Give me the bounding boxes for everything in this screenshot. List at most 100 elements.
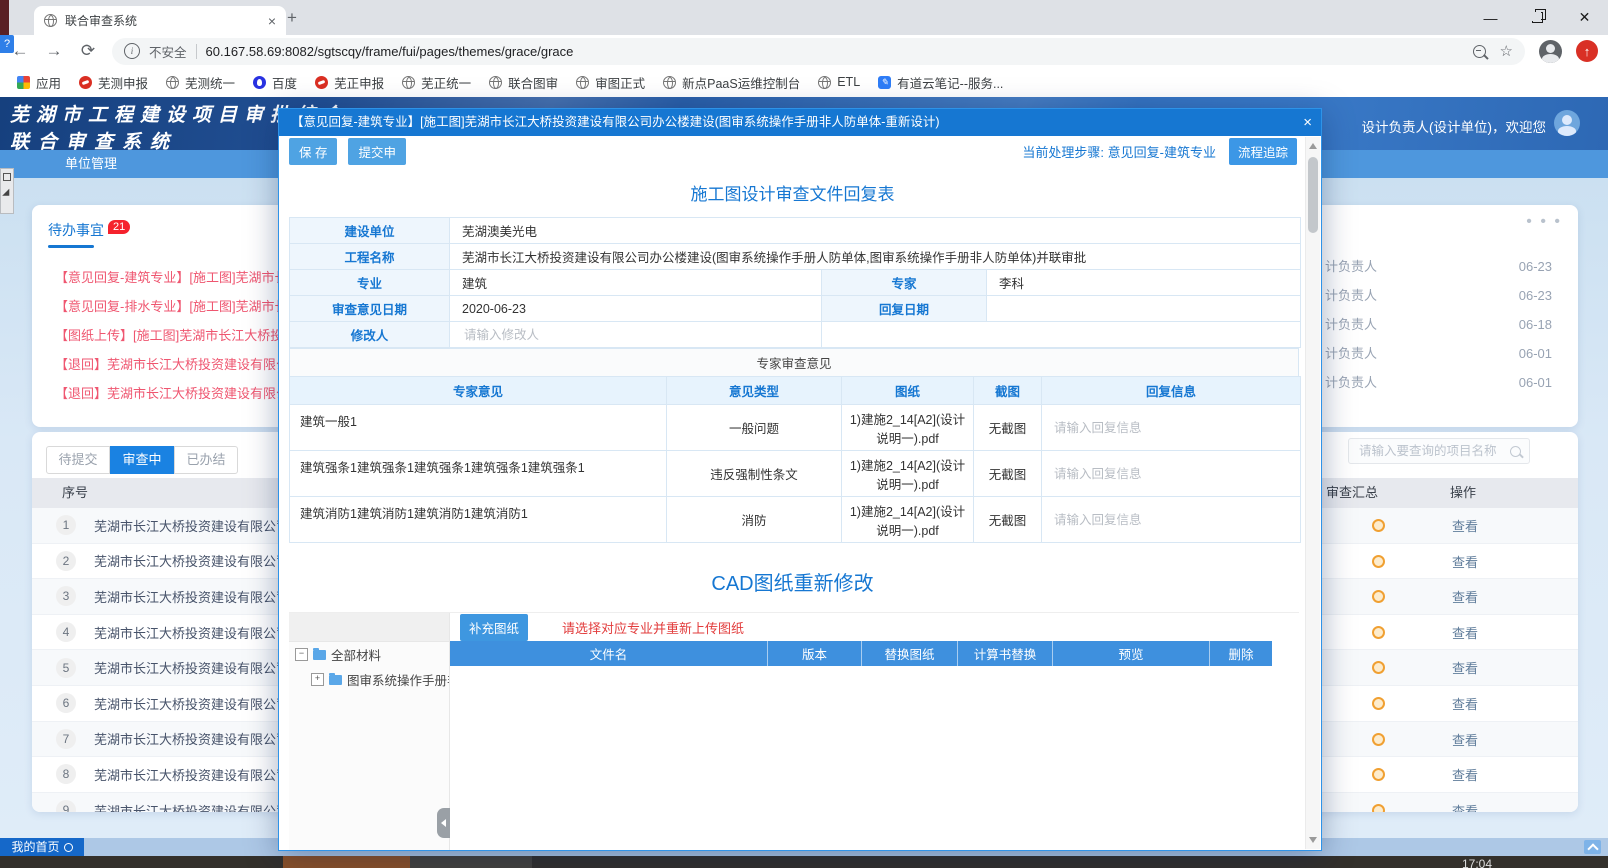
bookmark-item[interactable]: 审图正式: [567, 70, 654, 95]
folder-icon: [329, 675, 342, 685]
save-button[interactable]: 保 存: [289, 138, 337, 165]
flow-trace-button[interactable]: 流程追踪: [1229, 138, 1297, 165]
browser-profile-avatar[interactable]: [1539, 40, 1562, 63]
collapse-toggle-icon[interactable]: −: [295, 648, 308, 661]
reload-icon[interactable]: ⟳: [78, 41, 98, 61]
floating-screenshot-widget[interactable]: [0, 168, 14, 214]
opinion-cell: 建筑强条1建筑强条1建筑强条1建筑强条1建筑强条1: [290, 451, 667, 496]
drawing-cell[interactable]: 1)建施2_14[A2](设计说明一).pdf: [842, 497, 974, 542]
bookmark-item[interactable]: 有道云笔记--服务...: [869, 70, 1012, 95]
bookmark-item[interactable]: 芜正申报: [306, 70, 393, 95]
zoom-icon[interactable]: [1473, 45, 1486, 58]
bookmark-item[interactable]: 芜正统一: [393, 70, 480, 95]
info-icon[interactable]: i: [124, 43, 140, 59]
bookmark-item[interactable]: 应用: [8, 70, 70, 95]
drawing-cell[interactable]: 1)建施2_14[A2](设计说明一).pdf: [842, 405, 974, 450]
panel-collapse-handle[interactable]: [437, 808, 450, 838]
bookmark-item[interactable]: 新点PaaS运维控制台: [654, 70, 809, 95]
view-link[interactable]: 查看: [1452, 658, 1478, 677]
bookmark-star-icon[interactable]: ☆: [1500, 42, 1513, 60]
scroll-up-icon[interactable]: [1309, 143, 1317, 149]
back-to-top-button[interactable]: [1584, 840, 1601, 854]
cad-file-panel: 补充图纸 请选择对应专业并重新上传图纸 文件名 版本 替换图纸 计算书替换 预览…: [450, 613, 1299, 850]
reply-input[interactable]: [1052, 512, 1290, 528]
view-link[interactable]: 查看: [1452, 587, 1478, 606]
status-ring-icon: [1372, 519, 1385, 532]
project-name-label: 工程名称: [290, 244, 450, 269]
editor-label: 修改人: [290, 322, 450, 347]
tab-title: 联合审查系统: [65, 12, 137, 29]
taskbar-item[interactable]: [283, 856, 410, 868]
drawing-cell[interactable]: 1)建施2_14[A2](设计说明一).pdf: [842, 451, 974, 496]
search-icon[interactable]: [1510, 446, 1521, 457]
minimize-button[interactable]: —: [1467, 0, 1514, 35]
submit-button[interactable]: 提交申: [348, 138, 406, 165]
bookmark-item[interactable]: 联合图审: [480, 70, 567, 95]
upload-hint-text: 请选择对应专业并重新上传图纸: [562, 618, 744, 637]
os-taskbar: 17:04: [0, 856, 1608, 868]
restore-button[interactable]: [1514, 0, 1561, 35]
bookmark-label: 联合图审: [508, 73, 558, 92]
editor-input[interactable]: [462, 327, 821, 343]
summary-person: 计负责人: [1325, 368, 1377, 397]
tree-node-all-materials[interactable]: − 全部材料: [289, 642, 449, 667]
project-search-box[interactable]: [1348, 438, 1530, 464]
floating-help-badge[interactable]: ?: [0, 35, 14, 53]
scroll-down-icon[interactable]: [1309, 837, 1317, 843]
project-row-name: 芜湖市长江大桥投资建设有限公司办: [94, 516, 302, 535]
address-bar[interactable]: i 不安全 60.167.58.69:8082/sgtscqy/frame/fu…: [112, 38, 1525, 65]
project-row-name: 芜湖市长江大桥投资建设有限公司办: [94, 551, 302, 570]
type-cell: 消防: [667, 497, 842, 542]
tab-reviewing[interactable]: 审查中: [110, 446, 174, 474]
bookmark-item[interactable]: 芜测申报: [70, 70, 157, 95]
browser-update-icon[interactable]: ↑: [1576, 40, 1598, 62]
tab-pending[interactable]: 待提交: [46, 446, 110, 474]
menu-item-unit-management[interactable]: 单位管理: [65, 156, 117, 171]
modal-close-icon[interactable]: ×: [1303, 109, 1312, 136]
view-link[interactable]: 查看: [1452, 694, 1478, 713]
modal-titlebar: 【意见回复-建筑专业】[施工图]芜湖市长江大桥投资建设有限公司办公楼建设(图审系…: [279, 109, 1321, 136]
bookmark-item[interactable]: 百度: [244, 70, 306, 95]
reply-input[interactable]: [1052, 466, 1290, 482]
new-tab-button[interactable]: +: [282, 8, 302, 28]
project-row-name: 芜湖市长江大桥投资建设有限公司办: [94, 765, 302, 784]
view-link[interactable]: 查看: [1452, 623, 1478, 642]
summary-date: 06-23: [1519, 252, 1552, 281]
view-link[interactable]: 查看: [1452, 552, 1478, 571]
tab-close-icon[interactable]: ×: [268, 13, 276, 29]
browser-tab[interactable]: 联合审查系统 ×: [34, 6, 286, 35]
view-link[interactable]: 查看: [1452, 801, 1478, 812]
project-search-input[interactable]: [1357, 443, 1501, 459]
modal-scrollbar[interactable]: [1305, 137, 1320, 849]
taskbar-item[interactable]: [410, 856, 532, 868]
view-link[interactable]: 查看: [1452, 730, 1478, 749]
bookmark-item[interactable]: ETL: [809, 72, 869, 92]
bookmark-item[interactable]: 芜测统一: [157, 70, 244, 95]
expert-value: 李科: [987, 270, 1300, 295]
home-page-tab[interactable]: 我的首页: [0, 838, 84, 856]
bookmark-label: 有道云笔记--服务...: [897, 73, 1003, 92]
project-row-number: 3: [56, 586, 76, 606]
reply-input[interactable]: [1052, 420, 1290, 436]
view-link[interactable]: 查看: [1452, 765, 1478, 784]
url-text[interactable]: 60.167.58.69:8082/sgtscqy/frame/fui/page…: [206, 44, 574, 59]
user-avatar[interactable]: [1554, 110, 1580, 136]
scrollbar-thumb[interactable]: [1308, 157, 1318, 233]
column-header-no: 序号: [62, 478, 88, 508]
forward-icon[interactable]: →: [44, 41, 64, 61]
summary-person: 计负责人: [1325, 281, 1377, 310]
view-link[interactable]: 查看: [1452, 516, 1478, 535]
close-button[interactable]: ✕: [1561, 0, 1608, 35]
project-row-name: 芜湖市长江大桥投资建设有限公司办: [94, 587, 302, 606]
tree-node-manual[interactable]: + 图审系统操作手册非: [289, 667, 449, 692]
supplement-drawing-button[interactable]: 补充图纸: [460, 614, 528, 641]
bookmark-label: 芜测申报: [98, 73, 148, 92]
review-date-value: 2020-06-23: [450, 296, 822, 321]
tab-finished[interactable]: 已办结: [174, 446, 238, 474]
expand-toggle-icon[interactable]: +: [311, 673, 324, 686]
more-menu-icon[interactable]: • • •: [1526, 213, 1562, 231]
todo-tab[interactable]: 待办事宜: [48, 222, 104, 238]
bookmark-label: 审图正式: [595, 73, 645, 92]
bookmark-favicon-icon: [878, 76, 891, 89]
project-row-name: 芜湖市长江大桥投资建设有限公司办: [94, 623, 302, 642]
